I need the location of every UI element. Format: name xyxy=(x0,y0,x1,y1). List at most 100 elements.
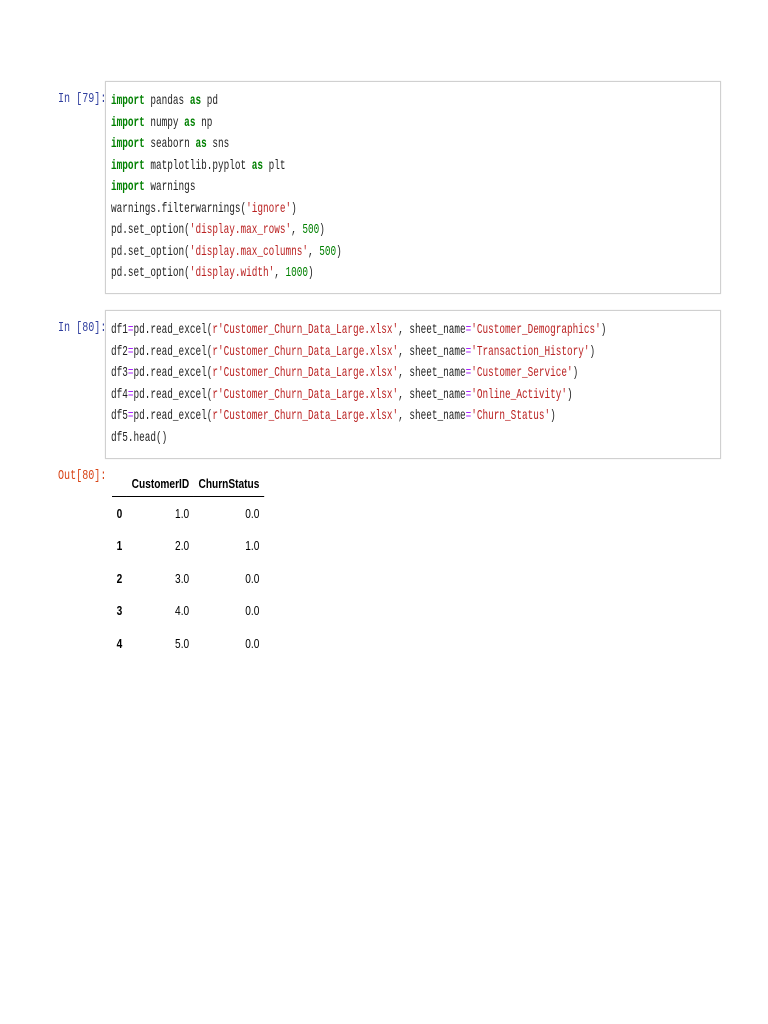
code-token-string: r'Customer_Churn_Data_Large.xlsx' xyxy=(212,322,399,338)
cell-churnstatus: 0.0 xyxy=(245,635,260,651)
row-index: 4 xyxy=(116,635,123,651)
code-line: df5.head() xyxy=(111,428,606,450)
code-token-string: r'Customer_Churn_Data_Large.xlsx' xyxy=(212,343,399,360)
code-token-text: , sheet_name xyxy=(398,365,466,381)
code-token-text: ) xyxy=(566,386,573,403)
code-token-text: pd.read_excel( xyxy=(133,322,213,338)
code-token-string: 'Transaction_History' xyxy=(471,343,590,360)
row-index: 2 xyxy=(116,570,123,586)
table-row: 4 5.0 0.0 xyxy=(112,627,264,660)
row-index: 3 xyxy=(116,603,123,619)
index-header xyxy=(112,470,127,497)
code-token-string: r'Customer_Churn_Data_Large.xlsx' xyxy=(212,408,399,424)
code-token-text: ) xyxy=(572,365,579,381)
code-line: df5=pd.read_excel(r'Customer_Churn_Data_… xyxy=(111,406,606,428)
code-token-text: pd.read_excel( xyxy=(133,343,213,360)
code-token-string: 'display.max_columns' xyxy=(189,243,309,260)
code-token-text: pd.set_option( xyxy=(111,222,190,238)
code-line: pd.set_option('display.max_columns', 500… xyxy=(111,242,342,264)
code-token-text: plt xyxy=(263,157,286,174)
table-row: 2 3.0 0.0 xyxy=(112,562,264,595)
table-row: 3 4.0 0.0 xyxy=(112,595,264,628)
code-token-keyword: as xyxy=(189,93,202,109)
code-token-text: , sheet_name xyxy=(398,408,466,424)
code-token-keyword: as xyxy=(195,136,207,152)
code-token-text: seaborn xyxy=(144,136,196,152)
table-header-row: CustomerID ChurnStatus xyxy=(112,470,265,497)
row-index: 0 xyxy=(116,505,123,521)
code-line: warnings.filterwarnings('ignore') xyxy=(111,199,342,221)
code-token-text: ) xyxy=(291,200,297,217)
column-header-churnstatus: ChurnStatus xyxy=(198,475,260,491)
code-token-text: ) xyxy=(600,322,607,338)
code-token-string: r'Customer_Churn_Data_Large.xlsx' xyxy=(212,386,399,403)
code-line: import warnings xyxy=(111,177,342,199)
code-token-text: ) xyxy=(589,343,596,360)
column-header-customerid: CustomerID xyxy=(131,475,190,491)
code-token-text: pd.read_excel( xyxy=(133,365,213,381)
code-token-keyword: import xyxy=(111,179,145,195)
code-token-number: 1000 xyxy=(285,265,309,281)
code-token-string: 'Customer_Service' xyxy=(471,365,573,381)
code-token-string: 'Churn_Status' xyxy=(471,408,551,424)
code-token-text: pd.set_option( xyxy=(111,265,190,281)
code-token-text: ) xyxy=(308,265,314,281)
code-line: import numpy as np xyxy=(111,113,342,135)
code-token-keyword: import xyxy=(111,93,145,109)
code-token-text: ) xyxy=(319,222,325,238)
code-token-text: pd.set_option( xyxy=(111,243,190,260)
code-token-text: pd.read_excel( xyxy=(133,386,213,403)
code-line: import seaborn as sns xyxy=(111,134,342,156)
code-token-string: r'Customer_Churn_Data_Large.xlsx' xyxy=(212,365,399,381)
code-token-text: pd xyxy=(201,93,218,109)
code-line: import pandas as pd xyxy=(111,91,342,113)
code-line: df2=pd.read_excel(r'Customer_Churn_Data_… xyxy=(111,342,606,364)
code-token-text: sns xyxy=(206,136,230,152)
row-index: 1 xyxy=(116,538,123,554)
code-token-text: , xyxy=(274,265,286,281)
code-token-text: , xyxy=(308,243,320,260)
code-token-text: warnings.filterwarnings( xyxy=(111,200,247,217)
code-line: import matplotlib.pyplot as plt xyxy=(111,156,342,178)
code-editor[interactable]: df1=pd.read_excel(r'Customer_Churn_Data_… xyxy=(111,320,606,449)
cell-customerid: 4.0 xyxy=(175,603,190,619)
cell-prompt-out-80: Out[80]: xyxy=(58,468,107,484)
code-line: pd.set_option('display.width', 1000) xyxy=(111,263,342,285)
cell-churnstatus: 0.0 xyxy=(245,570,260,586)
code-token-text: ) xyxy=(550,408,556,424)
code-token-text: df4 xyxy=(111,386,128,403)
code-token-string: 'display.max_rows' xyxy=(189,222,292,238)
code-token-keyword: as xyxy=(251,157,264,174)
code-token-keyword: import xyxy=(111,114,145,131)
code-token-keyword: import xyxy=(111,136,145,152)
code-token-text: matplotlib.pyplot xyxy=(144,157,252,174)
code-editor[interactable]: import pandas as pd import numpy as np imp… xyxy=(111,91,342,285)
code-line: pd.set_option('display.max_rows', 500) xyxy=(111,220,342,242)
code-token-number: 500 xyxy=(319,243,337,260)
cell-customerid: 1.0 xyxy=(175,505,190,521)
code-token-text: ) xyxy=(336,243,342,260)
code-token-text: df5.head() xyxy=(111,429,168,446)
code-cell-read-excel[interactable]: df1=pd.read_excel(r'Customer_Churn_Data_… xyxy=(105,310,721,459)
code-token-text: , sheet_name xyxy=(398,343,466,360)
table-row: 1 2.0 1.0 xyxy=(112,530,264,563)
cell-prompt-in-79: In [79]: xyxy=(58,91,107,107)
cell-customerid: 5.0 xyxy=(175,635,190,651)
code-token-text: df1 xyxy=(111,322,128,338)
code-token-text: np xyxy=(195,114,213,131)
code-line: df4=pd.read_excel(r'Customer_Churn_Data_… xyxy=(111,385,606,407)
code-token-keyword: as xyxy=(184,114,196,131)
table-row: 0 1.0 0.0 xyxy=(112,497,264,530)
code-cell-imports[interactable]: import pandas as pd import numpy as np imp… xyxy=(105,81,721,294)
code-token-text: df5 xyxy=(111,408,128,424)
code-token-keyword: import xyxy=(111,157,145,174)
code-token-text: , sheet_name xyxy=(398,322,466,338)
cell-prompt-in-80: In [80]: xyxy=(58,320,107,336)
code-token-number: 500 xyxy=(302,222,320,238)
code-token-text: numpy xyxy=(144,114,185,131)
code-token-string: 'ignore' xyxy=(246,200,292,217)
code-token-text: , xyxy=(291,222,303,238)
cell-churnstatus: 1.0 xyxy=(245,538,260,554)
code-token-text: pandas xyxy=(144,93,190,109)
cell-customerid: 2.0 xyxy=(175,538,190,554)
